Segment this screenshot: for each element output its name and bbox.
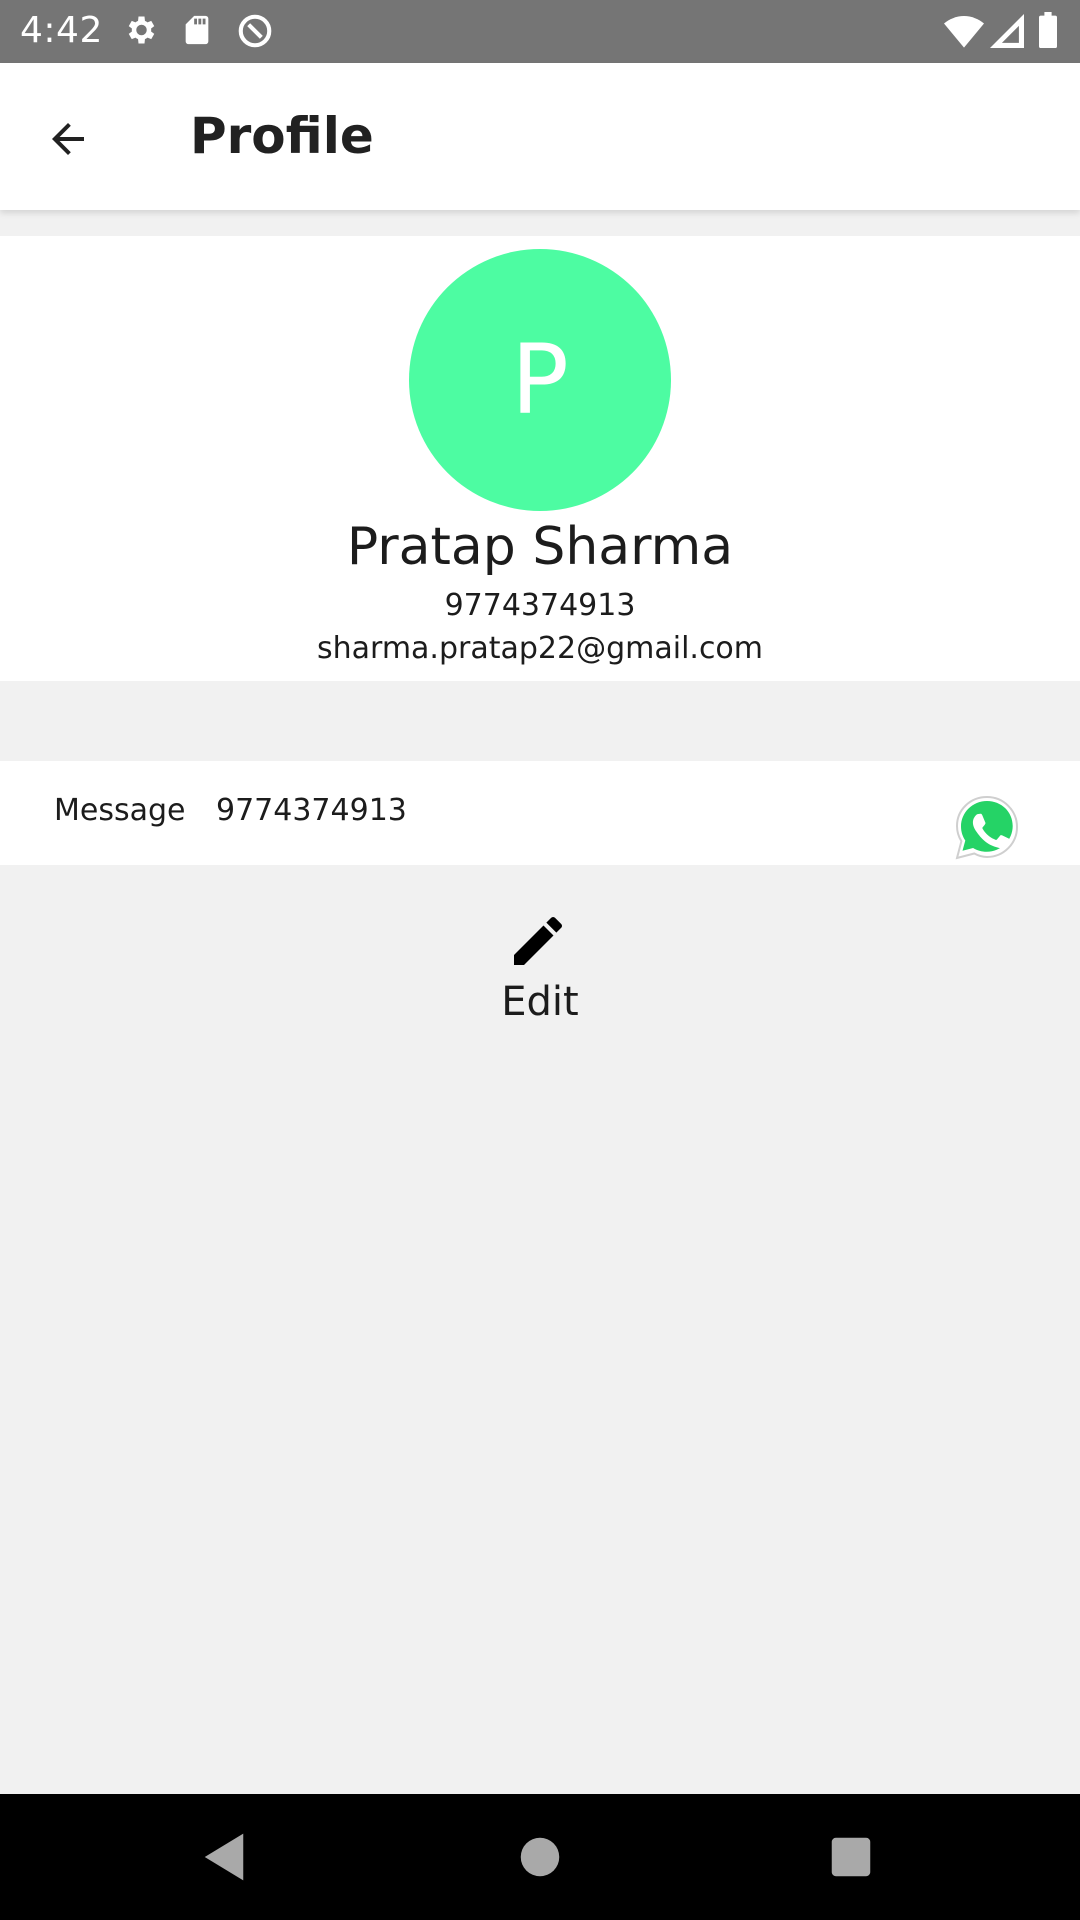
edit-label: Edit — [501, 979, 579, 1025]
nav-back-button[interactable] — [191, 1824, 257, 1890]
sd-card-icon — [180, 12, 214, 53]
avatar: P — [409, 249, 671, 511]
recents-square-icon — [818, 1837, 884, 1894]
wifi-icon — [944, 14, 984, 53]
profile-name: Pratap Sharma — [346, 517, 734, 577]
data-saver-icon — [236, 12, 274, 55]
battery-icon — [1038, 12, 1058, 53]
page-title: Profile — [190, 107, 374, 165]
nav-recents-button[interactable] — [818, 1824, 884, 1890]
app-bar: Profile — [0, 63, 1080, 210]
arrow-back-icon — [44, 115, 92, 168]
navigation-bar — [0, 1794, 1080, 1920]
cell-signal-icon — [990, 14, 1024, 53]
whatsapp-icon — [953, 795, 1021, 866]
message-label: Message — [54, 793, 186, 828]
home-circle-icon — [507, 1837, 573, 1894]
edit-button[interactable]: Edit — [470, 905, 610, 1035]
status-bar: 4:42 — [0, 0, 1080, 63]
back-triangle-icon — [191, 1833, 257, 1894]
message-number: 9774374913 — [216, 793, 407, 828]
profile-phone: 9774374913 — [444, 588, 636, 623]
profile-card: P Pratap Sharma 9774374913 sharma.pratap… — [0, 236, 1080, 681]
status-time: 4:42 — [20, 10, 103, 51]
message-row[interactable]: Message 9774374913 — [0, 761, 1080, 865]
settings-icon — [122, 12, 158, 53]
nav-home-button[interactable] — [507, 1824, 573, 1890]
profile-email: sharma.pratap22@gmail.com — [316, 631, 764, 666]
whatsapp-button[interactable] — [953, 794, 1021, 862]
back-button[interactable] — [30, 103, 106, 179]
pencil-icon — [506, 909, 570, 973]
avatar-initial: P — [511, 324, 569, 436]
